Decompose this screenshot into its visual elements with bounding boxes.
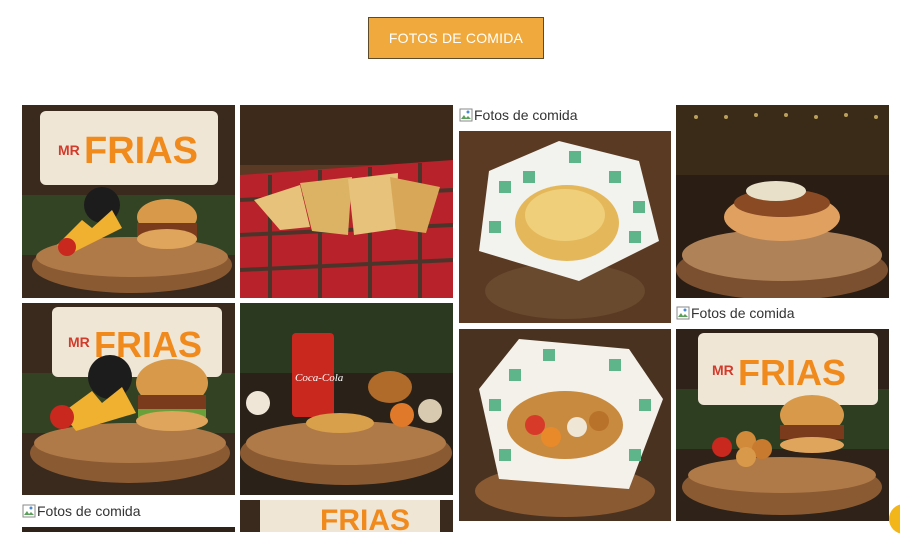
- gallery-photo-quesadillas[interactable]: [240, 105, 453, 298]
- broken-image-fotos-de-comida: Fotos de comida: [22, 501, 141, 521]
- gallery-photo-wings-basket[interactable]: [459, 329, 671, 521]
- broken-image-icon: [22, 504, 36, 518]
- broken-image-fotos-de-comida: Fotos de comida: [459, 105, 578, 125]
- broken-image-fotos-de-comida: Fotos de comida: [676, 303, 795, 323]
- gallery-photo-burger-fries-2[interactable]: MR FRIAS: [22, 303, 235, 495]
- gallery-photo-chicken-coca-cola[interactable]: Coca-Cola: [240, 303, 453, 495]
- fotos-de-comida-button[interactable]: FOTOS DE COMIDA: [368, 17, 544, 59]
- sign-text: FRIAS: [84, 130, 198, 172]
- sign-prefix: MR: [712, 362, 734, 378]
- broken-image-icon: [459, 108, 473, 122]
- drink-label: Coca-Cola: [295, 372, 344, 384]
- gallery-photo-partial[interactable]: [22, 527, 235, 532]
- image-alt-text: Fotos de comida: [474, 107, 578, 123]
- sign-text: FRIAS: [738, 352, 846, 393]
- sign-prefix: MR: [58, 142, 80, 158]
- image-alt-text: Fotos de comida: [37, 503, 141, 519]
- gallery-photo-loaded-fries[interactable]: [459, 131, 671, 323]
- floating-action-button[interactable]: [889, 504, 900, 534]
- gallery-photo-burger-fries-1[interactable]: MR FRIAS: [22, 105, 235, 298]
- sign-text: FRIAS: [320, 504, 410, 532]
- gallery-photo-burger-croquettes[interactable]: MR FRIAS: [676, 329, 889, 521]
- gallery-photo-partial-sign[interactable]: FRIAS: [240, 500, 453, 532]
- sign-prefix: MR: [68, 334, 90, 350]
- image-alt-text: Fotos de comida: [691, 305, 795, 321]
- broken-image-icon: [676, 306, 690, 320]
- gallery-photo-hot-dog[interactable]: [676, 105, 889, 298]
